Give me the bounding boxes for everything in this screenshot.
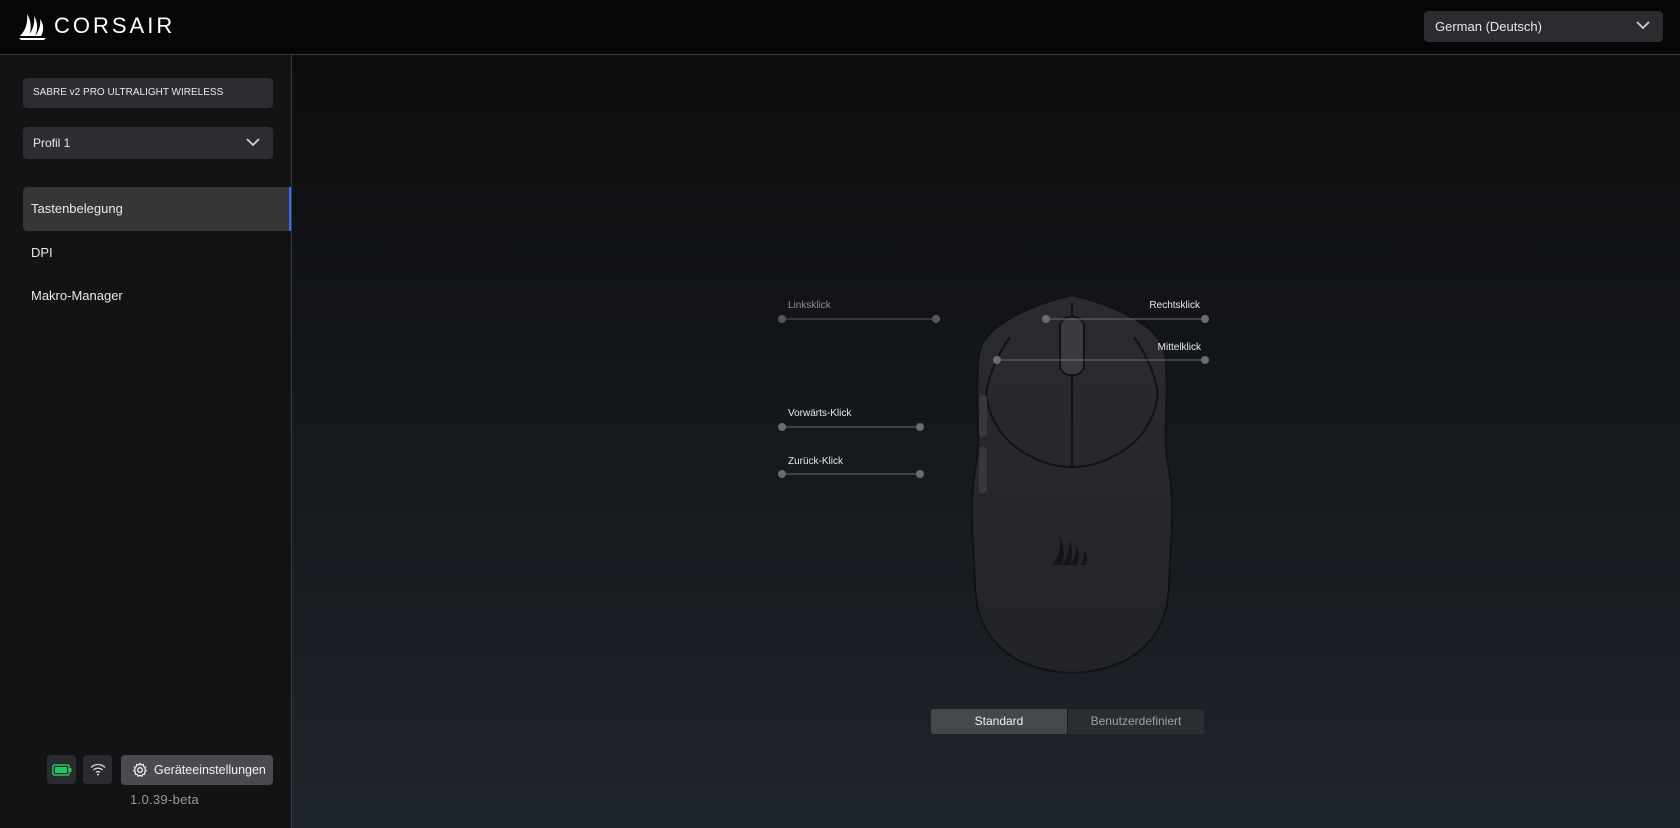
chevron-down-icon	[246, 138, 260, 147]
callout-left-click[interactable]: Linksklick	[788, 300, 831, 311]
nav-item-label: DPI	[31, 245, 53, 260]
device-settings-label: Geräteeinstellungen	[154, 763, 266, 777]
sidebar: SABRE v2 PRO ULTRALIGHT WIRELESS Profil …	[0, 55, 292, 828]
device-name-field[interactable]: SABRE v2 PRO ULTRALIGHT WIRELESS	[23, 78, 273, 108]
corsair-logo: CORSAIR	[18, 10, 175, 42]
battery-icon	[51, 763, 71, 776]
mouse-side-button-forward	[979, 395, 987, 437]
brand-name: CORSAIR	[54, 13, 176, 38]
language-select[interactable]: German (Deutsch)	[1424, 11, 1663, 42]
battery-status[interactable]	[47, 755, 76, 784]
corsair-sails-icon	[19, 14, 46, 40]
wireless-status[interactable]	[83, 755, 112, 784]
profile-select-value: Profil 1	[33, 136, 71, 150]
nav-item-label: Tastenbelegung	[31, 201, 123, 216]
nav-item-dpi[interactable]: DPI	[23, 231, 291, 275]
callout-right-click[interactable]: Rechtsklick	[1147, 300, 1200, 311]
chevron-down-icon	[1636, 21, 1650, 30]
mode-standard-button[interactable]: Standard	[931, 709, 1067, 734]
gear-icon	[133, 762, 147, 777]
mouse-scroll-wheel	[1059, 316, 1085, 376]
nav-item-tastenbelegung[interactable]: Tastenbelegung	[23, 187, 291, 231]
nav-item-label: Makro-Manager	[31, 288, 123, 303]
wifi-icon	[90, 763, 105, 776]
callout-back-click[interactable]: Zurück-Klick	[788, 456, 843, 467]
device-settings-button[interactable]: Geräteeinstellungen	[121, 755, 273, 785]
profile-select[interactable]: Profil 1	[23, 127, 273, 159]
callout-forward-click[interactable]: Vorwärts-Klick	[788, 408, 851, 419]
nav-item-makro-manager[interactable]: Makro-Manager	[23, 274, 291, 318]
top-bar: CORSAIR German (Deutsch)	[0, 0, 1680, 55]
language-select-value: German (Deutsch)	[1435, 19, 1542, 34]
mode-toggle: Standard Benutzerdefiniert	[931, 709, 1204, 734]
main-content: Linksklick Rechtsklick Mittelklick Vorwä…	[292, 55, 1680, 828]
app-version: 1.0.39-beta	[130, 792, 200, 807]
mode-custom-button[interactable]: Benutzerdefiniert	[1067, 709, 1204, 734]
mouse-side-button-back	[979, 447, 987, 493]
callout-middle-click[interactable]: Mittelklick	[1147, 342, 1201, 353]
